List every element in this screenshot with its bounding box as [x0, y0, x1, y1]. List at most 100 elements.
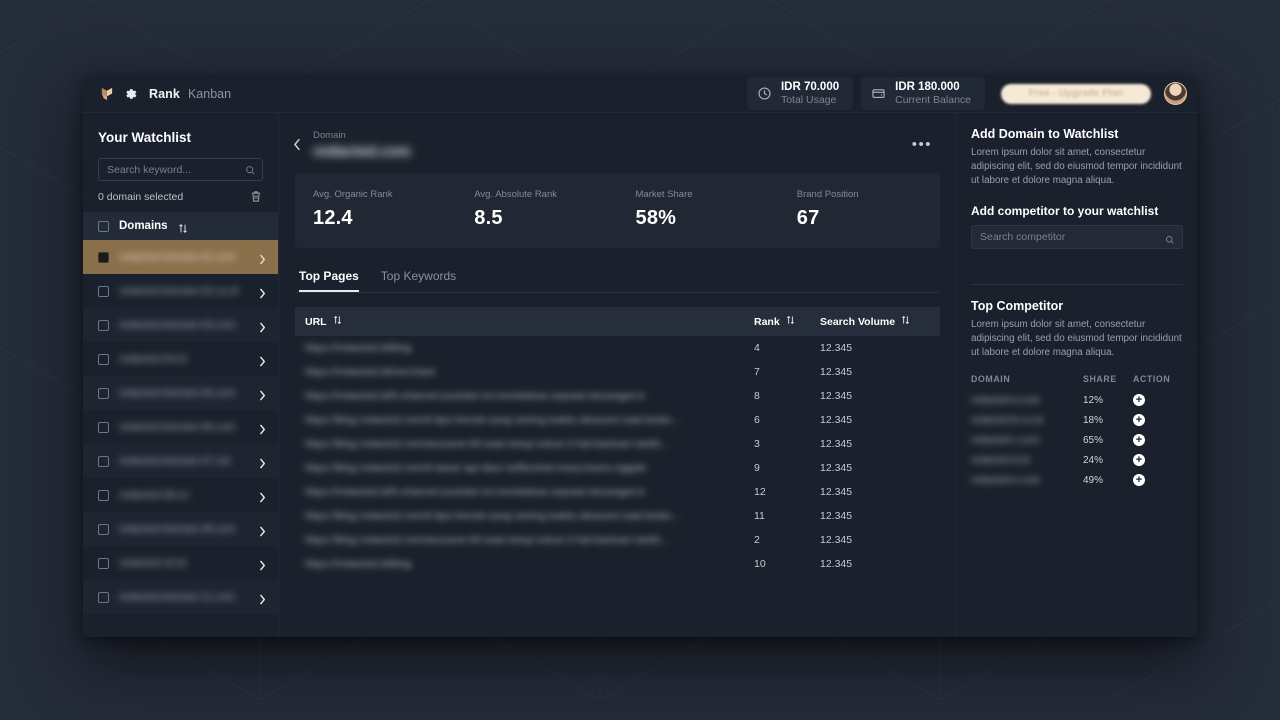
content-tabs[interactable]: Top Pages Top Keywords	[295, 269, 940, 293]
cell-url[interactable]: https://blog.redacted.com/5-tips-hemat-u…	[295, 504, 744, 528]
domain-checkbox[interactable]	[98, 421, 109, 433]
sidebar-domain-row[interactable]: redacted-domain-07.net	[83, 444, 278, 478]
cell-url[interactable]: https://redacted.id/merchant	[295, 360, 744, 384]
domain-name: redacted-08.co	[119, 489, 190, 501]
tab-top-keywords[interactable]: Top Keywords	[381, 269, 456, 292]
cell-url[interactable]: https://blog.redacted.com/asuransi-60-sa…	[295, 432, 744, 456]
domain-name: redacted-domain-11.com	[119, 591, 235, 603]
sort-icon[interactable]	[786, 315, 795, 328]
domain-checkbox[interactable]	[98, 251, 109, 263]
domain-checkbox[interactable]	[98, 353, 109, 365]
table-row[interactable]: https://redacted.id/5-channel-youtube-in…	[295, 384, 940, 408]
cell-search-volume: 12.345	[820, 366, 853, 378]
domain-checkbox[interactable]	[98, 285, 109, 297]
competitor-header-row: DOMAIN SHARE ACTION	[971, 370, 1183, 390]
user-avatar[interactable]	[1164, 82, 1187, 105]
breadcrumb-kanban[interactable]: Kanban	[188, 87, 231, 101]
sidebar-domain-row[interactable]: redacted-domain-06.com	[83, 410, 278, 444]
chevron-right-icon[interactable]	[259, 286, 266, 298]
breadcrumb-rank[interactable]: Rank	[149, 87, 180, 101]
total-usage-pill[interactable]: IDR 70.000 Total Usage	[746, 77, 854, 110]
competitor-action[interactable]: +	[1133, 390, 1183, 410]
chevron-right-icon[interactable]	[259, 252, 266, 264]
competitor-domain: redacted-a.com	[971, 394, 1041, 406]
sort-icon[interactable]	[178, 221, 188, 233]
chevron-right-icon[interactable]	[259, 388, 266, 400]
column-url[interactable]: URL	[295, 307, 744, 336]
domain-checkbox[interactable]	[98, 319, 109, 331]
cell-search-volume: 12.345	[820, 510, 853, 522]
cell-search-volume: 12.345	[820, 534, 853, 546]
chevron-right-icon[interactable]	[259, 456, 266, 468]
table-row[interactable]: https://blog.redacted.com/5-tips-hemat-u…	[295, 504, 940, 528]
chevron-right-icon[interactable]	[259, 592, 266, 604]
sidebar-domain-row[interactable]: redacted-04.id	[83, 342, 278, 376]
sidebar-domain-row[interactable]: redacted-domain-01.com	[83, 240, 278, 274]
competitor-domain: redacted-e.com	[971, 474, 1041, 486]
search-input[interactable]	[98, 158, 263, 181]
column-rank[interactable]: Rank	[744, 307, 810, 336]
cell-url[interactable]: https://blog.redacted.com/5-tawar-api-da…	[295, 456, 744, 480]
table-row[interactable]: https://blog.redacted.com/asuransi-60-sa…	[295, 432, 940, 456]
competitor-action[interactable]: +	[1133, 410, 1183, 430]
cell-url[interactable]: https://blog.redacted.com/5-tips-hemat-u…	[295, 408, 744, 432]
column-search-volume[interactable]: Search Volume	[810, 307, 940, 336]
table-row[interactable]: https://redacted.id/blog 4 12.345	[295, 336, 940, 360]
sort-icon[interactable]	[333, 315, 342, 328]
gear-icon[interactable]	[124, 87, 138, 101]
domain-checkbox[interactable]	[98, 489, 109, 501]
domain-checkbox[interactable]	[98, 455, 109, 467]
table-row[interactable]: https://blog.redacted.com/asuransi-60-sa…	[295, 528, 940, 552]
cell-rank: 10	[754, 558, 766, 570]
table-row[interactable]: https://redacted.id/merchant 7 12.345	[295, 360, 940, 384]
plus-icon[interactable]: +	[1133, 414, 1145, 426]
cell-url[interactable]: https://redacted.id/blog	[295, 552, 744, 576]
table-row[interactable]: https://redacted.id/blog 10 12.345	[295, 552, 940, 576]
chevron-right-icon[interactable]	[259, 524, 266, 536]
tab-top-pages[interactable]: Top Pages	[299, 269, 359, 292]
upgrade-plan-button[interactable]: Free - Upgrade Plan	[1001, 83, 1151, 104]
competitor-search-input[interactable]	[971, 225, 1183, 249]
plus-icon[interactable]: +	[1133, 434, 1145, 446]
cell-url[interactable]: https://redacted.id/5-channel-youtube-in…	[295, 480, 744, 504]
sort-icon[interactable]	[901, 315, 910, 328]
chevron-right-icon[interactable]	[259, 354, 266, 366]
domain-checkbox[interactable]	[98, 387, 109, 399]
sidebar-domain-row[interactable]: redacted-10.id	[83, 546, 278, 580]
domain-name: redacted-domain-02.co.id	[119, 285, 239, 297]
select-all-checkbox[interactable]	[98, 220, 109, 232]
cell-url[interactable]: https://redacted.id/5-channel-youtube-in…	[295, 384, 744, 408]
competitor-action[interactable]: +	[1133, 430, 1183, 450]
cell-url[interactable]: https://blog.redacted.com/asuransi-60-sa…	[295, 528, 744, 552]
cell-search-volume: 12.345	[820, 558, 853, 570]
table-row[interactable]: https://blog.redacted.com/5-tawar-api-da…	[295, 456, 940, 480]
chevron-left-icon[interactable]	[293, 138, 301, 151]
plus-icon[interactable]: +	[1133, 454, 1145, 466]
sidebar-domain-row[interactable]: redacted-08.co	[83, 478, 278, 512]
sidebar-domain-row[interactable]: redacted-domain-03.com	[83, 308, 278, 342]
cell-url[interactable]: https://redacted.id/blog	[295, 336, 744, 360]
domain-checkbox[interactable]	[98, 557, 109, 569]
sidebar-domain-row[interactable]: redacted-domain-11.com	[83, 580, 278, 614]
chevron-right-icon[interactable]	[259, 490, 266, 502]
more-options-icon[interactable]: •••	[912, 136, 936, 153]
current-balance-pill[interactable]: IDR 180.000 Current Balance	[861, 77, 985, 110]
trash-icon[interactable]	[250, 190, 262, 203]
chevron-right-icon[interactable]	[259, 320, 266, 332]
competitor-action[interactable]: +	[1133, 450, 1183, 470]
domain-checkbox[interactable]	[98, 523, 109, 535]
plus-icon[interactable]: +	[1133, 474, 1145, 486]
top-competitor-description: Lorem ipsum dolor sit amet, consectetur …	[971, 319, 1182, 358]
chevron-right-icon[interactable]	[259, 422, 266, 434]
plus-icon[interactable]: +	[1133, 394, 1145, 406]
chevron-right-icon[interactable]	[259, 558, 266, 570]
sidebar-domain-row[interactable]: redacted-domain-09.com	[83, 512, 278, 546]
sidebar-domain-row[interactable]: redacted-domain-02.co.id	[83, 274, 278, 308]
table-row[interactable]: https://redacted.id/5-channel-youtube-in…	[295, 480, 940, 504]
competitor-share: 49%	[1083, 474, 1104, 486]
domain-list[interactable]: redacted-domain-01.com redacted-domain-02…	[83, 240, 278, 637]
domain-checkbox[interactable]	[98, 591, 109, 603]
sidebar-domain-row[interactable]: redacted-domain-05.com	[83, 376, 278, 410]
table-row[interactable]: https://blog.redacted.com/5-tips-hemat-u…	[295, 408, 940, 432]
competitor-action[interactable]: +	[1133, 470, 1183, 490]
